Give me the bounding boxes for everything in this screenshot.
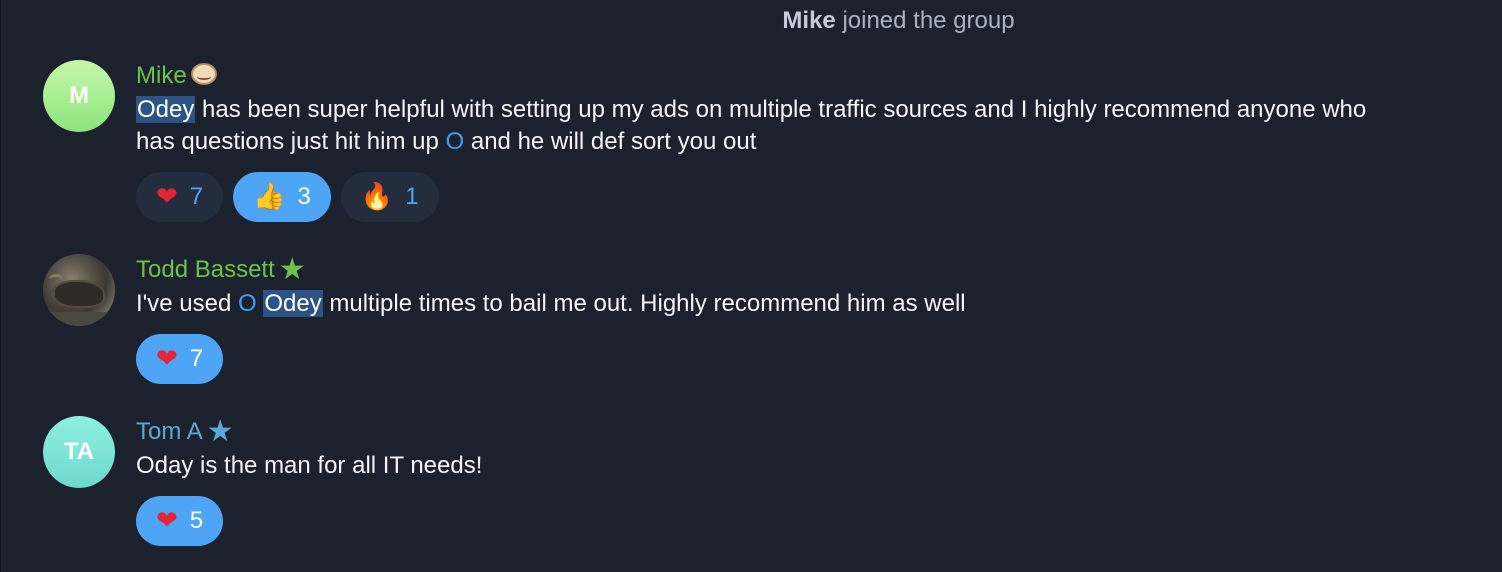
reaction-count: 5 — [189, 507, 204, 534]
troll-face-icon — [190, 63, 217, 85]
reaction-count: 1 — [405, 183, 419, 210]
sender-name[interactable]: Mike — [136, 60, 187, 92]
heart-icon: ❤ — [156, 506, 178, 536]
reaction-heart[interactable]: ❤ 7 — [136, 334, 224, 384]
message-text: I've used O Odey multiple times to bail … — [136, 288, 1392, 320]
highlighted-text: Odey — [136, 96, 196, 123]
sender-name[interactable]: Todd Bassett — [136, 254, 275, 286]
message-content: Todd Bassett ★ I've used O Odey multiple… — [136, 254, 1392, 384]
star-icon: ★ — [206, 414, 234, 449]
sender-name-row: Todd Bassett ★ — [136, 254, 1392, 286]
service-action: joined the group — [842, 7, 1015, 34]
sender-name-row: Mike — [136, 60, 1392, 92]
heart-icon: ❤ — [156, 182, 178, 212]
custom-emoji-o-icon: O — [237, 290, 257, 317]
message-text: Oday is the man for all IT needs! — [136, 450, 1392, 482]
sender-name[interactable]: Tom A — [136, 416, 203, 448]
custom-emoji-o-icon: O — [445, 128, 465, 155]
avatar-photo-ground — [43, 312, 115, 326]
reaction-count: 7 — [189, 183, 204, 210]
avatar-photo-bull — [53, 280, 105, 308]
reactions-bar: ❤ 7 — [136, 334, 1392, 384]
avatar-photo-horn — [49, 274, 63, 285]
message-content: Tom A ★ Oday is the man for all IT needs… — [136, 416, 1392, 546]
text-segment: and he will def sort you out — [464, 128, 757, 155]
reaction-count: 3 — [297, 183, 311, 210]
star-icon: ★ — [278, 252, 306, 287]
thumbs-up-icon: 👍 — [253, 182, 286, 212]
reaction-count: 7 — [189, 345, 204, 372]
highlighted-text: Odey — [263, 290, 323, 317]
service-user[interactable]: Mike — [782, 7, 835, 34]
message-content: Mike Odey has been super helpful with se… — [136, 60, 1392, 222]
avatar[interactable]: TA — [43, 416, 115, 488]
text-segment: Oday is the man for all IT needs! — [136, 452, 483, 479]
sender-name-row: Tom A ★ — [136, 416, 1392, 448]
avatar[interactable] — [43, 254, 115, 326]
chat-view: Mike joined the group M Mike Odey has be… — [0, 0, 1502, 572]
text-segment: I've used — [136, 290, 238, 317]
fire-icon: 🔥 — [360, 182, 394, 212]
reaction-heart[interactable]: ❤ 5 — [136, 496, 224, 546]
text-segment: multiple times to bail me out. Highly re… — [322, 290, 966, 317]
avatar[interactable]: M — [43, 60, 115, 132]
avatar-initials: TA — [63, 438, 95, 465]
message-text: Odey has been super helpful with setting… — [136, 94, 1392, 158]
service-message: Mike joined the group — [1, 6, 1502, 36]
reactions-bar: ❤ 7 👍 3 🔥 1 — [136, 172, 1392, 222]
reaction-thumbs-up[interactable]: 👍 3 — [233, 172, 331, 222]
reaction-fire[interactable]: 🔥 1 — [340, 172, 439, 222]
heart-icon: ❤ — [156, 344, 178, 374]
reactions-bar: ❤ 5 — [136, 496, 1392, 546]
avatar-initials: M — [69, 82, 89, 109]
reaction-heart[interactable]: ❤ 7 — [136, 172, 224, 222]
